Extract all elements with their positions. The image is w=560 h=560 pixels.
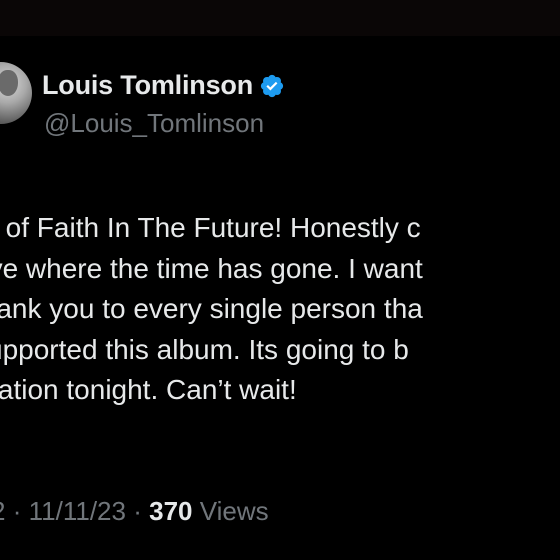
tweet-line: supported this album. Its going to b: [0, 333, 409, 365]
views-count[interactable]: 370: [149, 496, 192, 526]
tweet-meta: 2 · 11/11/23 · 370 Views: [0, 496, 269, 527]
views-label: Views: [199, 496, 269, 526]
verified-badge-icon: [260, 74, 284, 97]
tweet-line: bration tonight. Can’t wait!: [0, 374, 297, 405]
author-name-row: Louis Tomlinson: [42, 70, 285, 101]
avatar[interactable]: [0, 62, 32, 124]
tweet-line: eve where the time has gone. I want: [0, 252, 423, 284]
post-time[interactable]: 2: [0, 496, 5, 526]
tweet-line: thank you to every single person tha: [0, 293, 423, 324]
meta-separator: ·: [133, 496, 142, 526]
top-edge: [0, 0, 560, 36]
tweet-line: ar of Faith In The Future! Honestly c: [0, 212, 421, 243]
display-name[interactable]: Louis Tomlinson: [42, 70, 253, 101]
post-date[interactable]: 11/11/23: [29, 496, 126, 526]
tweet-text: ar of Faith In The Future! Honestly c ev…: [0, 208, 560, 411]
tweet-screenshot: Louis Tomlinson @Louis_Tomlinson ar of F…: [0, 0, 560, 560]
user-handle[interactable]: @Louis_Tomlinson: [44, 108, 264, 139]
avatar-face: [0, 70, 18, 96]
meta-separator: ·: [12, 496, 22, 526]
